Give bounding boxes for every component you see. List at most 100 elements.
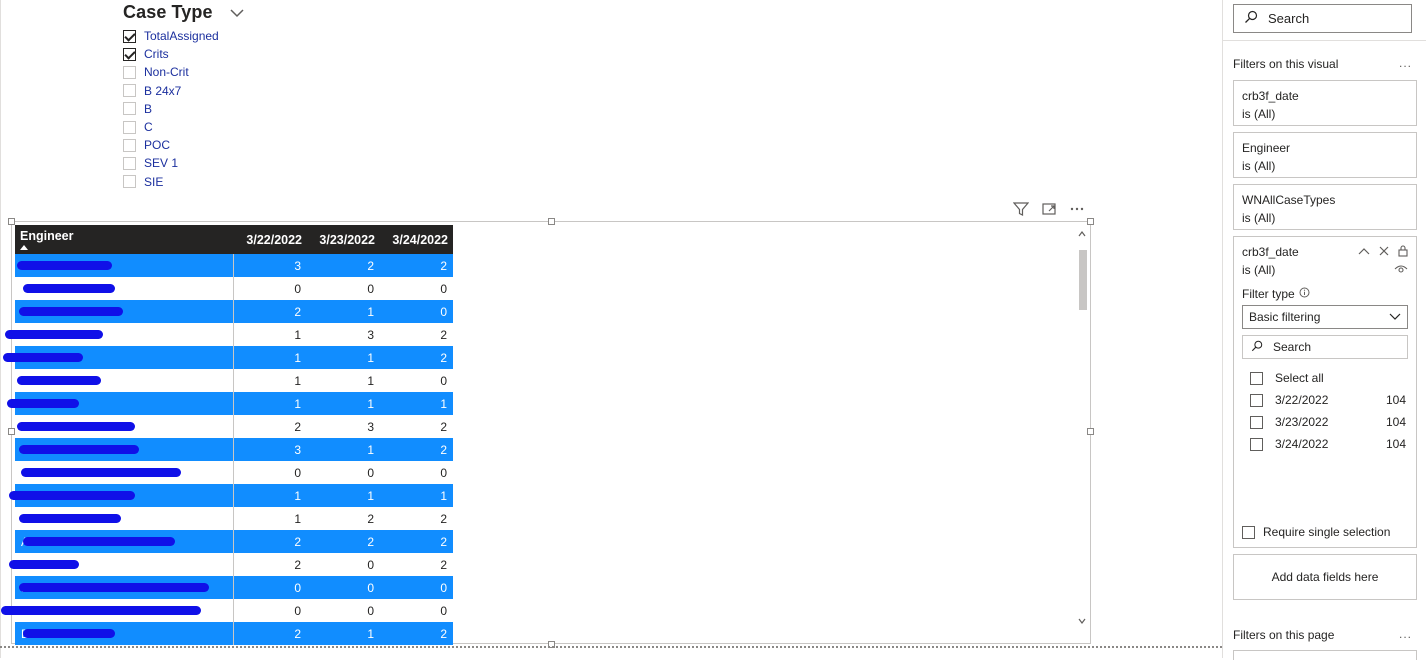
search-placeholder: Search — [1273, 340, 1312, 354]
redaction-mark — [3, 353, 83, 362]
table-row[interactable]: 111 — [9, 484, 453, 507]
require-single-selection[interactable]: Require single selection — [1242, 525, 1390, 539]
engineer-name-cell: Adi — [15, 254, 234, 277]
column-header-date[interactable]: 3/22/2022 — [233, 225, 307, 254]
checkbox[interactable] — [123, 138, 136, 152]
table-row[interactable]: 000 — [15, 461, 453, 484]
count-cell: 1 — [307, 392, 380, 415]
table-row[interactable]: 312 — [15, 438, 453, 461]
chevron-down-icon[interactable] — [229, 6, 245, 18]
resize-handle[interactable] — [8, 218, 15, 225]
filter-option-list: 3/22/2022 104 3/23/2022 104 3/24/2022 104 — [1242, 389, 1408, 455]
column-header-engineer[interactable]: Engineer — [15, 225, 233, 254]
resize-handle[interactable] — [548, 218, 555, 225]
engineer-name-cell: Al — [3, 346, 234, 369]
slicer-item[interactable]: SIE — [123, 173, 163, 191]
scroll-down-icon[interactable] — [1078, 616, 1086, 626]
table-row[interactable]: 110 — [15, 369, 453, 392]
checkbox[interactable] — [123, 175, 136, 189]
sort-ascending-icon — [20, 245, 28, 250]
more-options-icon[interactable]: ... — [1399, 56, 1412, 70]
filter-option[interactable]: 3/23/2022 104 — [1250, 411, 1408, 433]
filter-card-engineer[interactable]: Engineer is (All) — [1233, 132, 1417, 178]
lock-icon[interactable] — [1398, 244, 1408, 260]
checkbox[interactable] — [1250, 415, 1263, 429]
slicer-item[interactable]: POC — [123, 136, 170, 154]
table-row[interactable]: B000 — [15, 576, 453, 599]
filter-card-wnallcasetypes[interactable]: WNAllCaseTypes is (All) — [1233, 184, 1417, 230]
filter-card-field: crb3f_date — [1242, 89, 1299, 103]
resize-handle[interactable] — [8, 428, 15, 435]
count-cell: 0 — [233, 277, 307, 300]
slicer-item[interactable]: Crits — [123, 45, 169, 63]
slicer-item[interactable]: B 24x7 — [123, 82, 181, 100]
scroll-up-icon[interactable] — [1078, 229, 1086, 239]
checkbox[interactable] — [123, 65, 136, 79]
table-row[interactable]: A222 — [15, 530, 453, 553]
table-row[interactable]: B212 — [15, 622, 453, 645]
checkbox[interactable] — [1250, 393, 1263, 407]
slicer-item-label: POC — [144, 138, 171, 153]
filter-icon[interactable] — [1012, 200, 1030, 218]
table-row[interactable]: Al112 — [3, 346, 453, 369]
collapse-icon[interactable] — [1358, 245, 1370, 260]
checkbox[interactable] — [1250, 371, 1263, 385]
engineer-name-cell — [15, 507, 234, 530]
table-row[interactable]: 000 — [1, 599, 453, 622]
table-row[interactable]: Al132 — [5, 323, 453, 346]
table-row[interactable]: Alexandre232 — [15, 415, 453, 438]
more-options-icon[interactable] — [1068, 200, 1086, 218]
checkbox[interactable] — [1242, 525, 1255, 539]
filter-card-crb3f-date[interactable]: crb3f_date is (All) — [1233, 80, 1417, 126]
redaction-mark — [19, 583, 209, 592]
info-icon[interactable] — [1299, 287, 1310, 301]
slicer-item[interactable]: Non-Crit — [123, 63, 189, 81]
filter-option[interactable]: 3/24/2022 104 — [1250, 433, 1408, 455]
filters-search-input[interactable]: Search — [1233, 4, 1412, 33]
filter-values-search[interactable]: Search — [1242, 335, 1408, 359]
scrollbar-thumb[interactable] — [1079, 250, 1087, 310]
canvas-bottom-edge — [0, 646, 1222, 648]
focus-mode-icon[interactable] — [1040, 200, 1058, 218]
clear-filter-icon[interactable] — [1379, 245, 1389, 260]
checkbox[interactable] — [123, 29, 136, 43]
column-header-date[interactable]: 3/24/2022 — [380, 225, 453, 254]
engineer-name-cell: Alexandre — [15, 415, 234, 438]
count-cell: 1 — [233, 346, 307, 369]
filter-type-label: Filter type — [1242, 287, 1295, 301]
select-all-option[interactable]: Select all — [1250, 367, 1408, 389]
filter-card-partial[interactable] — [1233, 650, 1417, 660]
table-header-row: Engineer 3/22/2022 3/23/2022 3/24/2022 — [15, 225, 453, 254]
table-row[interactable]: 122 — [15, 507, 453, 530]
count-cell: 3 — [307, 415, 380, 438]
filter-type-dropdown[interactable]: Basic filtering — [1242, 305, 1408, 329]
checkbox[interactable] — [123, 47, 136, 61]
checkbox[interactable] — [123, 84, 136, 98]
slicer-item[interactable]: TotalAssigned — [123, 27, 219, 45]
slicer-item[interactable]: C — [123, 118, 153, 136]
checkbox[interactable] — [123, 102, 136, 116]
checkbox[interactable] — [123, 120, 136, 134]
checkbox[interactable] — [1250, 437, 1263, 451]
resize-handle[interactable] — [1087, 218, 1094, 225]
table-row[interactable]: 210 — [15, 300, 453, 323]
count-cell: 2 — [380, 254, 453, 277]
count-cell: 0 — [233, 599, 307, 622]
slicer-item[interactable]: SEV 1 — [123, 154, 178, 172]
checkbox[interactable] — [123, 156, 136, 170]
count-cell: 3 — [233, 438, 307, 461]
visibility-icon[interactable] — [1394, 263, 1408, 277]
count-cell: 2 — [380, 553, 453, 576]
column-header-date[interactable]: 3/23/2022 — [307, 225, 380, 254]
filter-option-label: 3/24/2022 — [1275, 437, 1329, 451]
filter-option[interactable]: 3/22/2022 104 — [1250, 389, 1408, 411]
slicer-item[interactable]: B — [123, 100, 152, 118]
filter-card-expanded[interactable]: crb3f_date is (All) Filter type Basic fi… — [1233, 236, 1417, 548]
table-row[interactable]: 000 — [15, 277, 453, 300]
table-row[interactable]: Beth202 — [9, 553, 453, 576]
table-row[interactable]: 111 — [7, 392, 453, 415]
more-options-icon[interactable]: ... — [1399, 627, 1412, 641]
count-cell: 2 — [380, 346, 453, 369]
add-data-fields-dropzone[interactable]: Add data fields here — [1233, 554, 1417, 600]
table-row[interactable]: Adi322 — [15, 254, 453, 277]
